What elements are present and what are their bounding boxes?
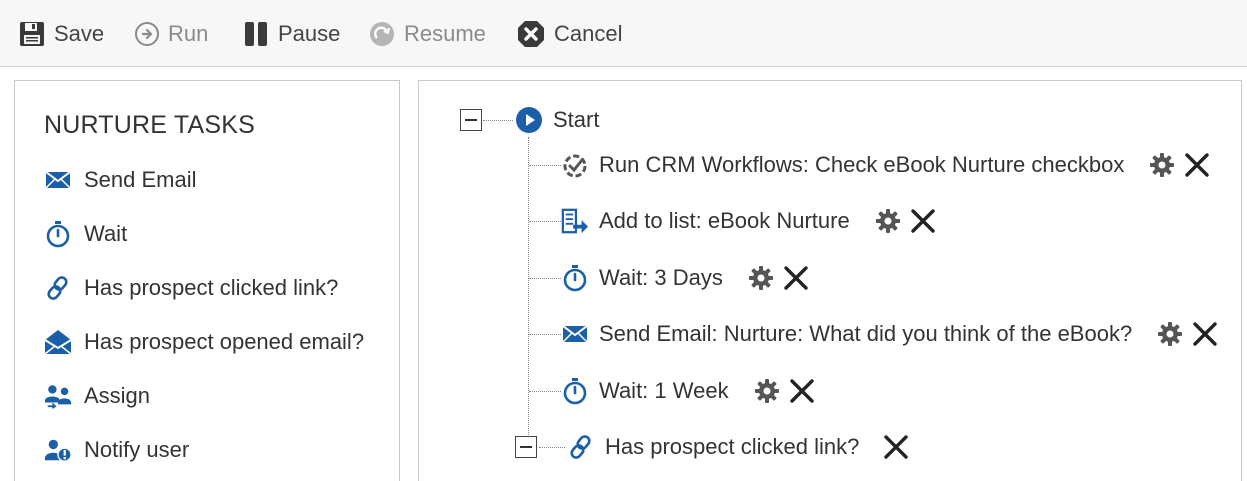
tree-connector [529, 391, 561, 392]
task-assign[interactable]: Assign [44, 379, 150, 413]
rule-has-prospect-clicked-link[interactable]: Has prospect clicked link? [567, 430, 909, 464]
stopwatch-icon [561, 264, 589, 292]
gear-icon[interactable] [747, 264, 775, 292]
resume-label: Resume [404, 21, 486, 46]
collapse-rule-button[interactable] [515, 436, 537, 458]
close-icon[interactable] [910, 208, 936, 234]
toolbar: Save Run Pause Resume Cancel [0, 0, 1247, 67]
step-label: Run CRM Workflows: Check eBook Nurture c… [599, 152, 1125, 177]
close-icon[interactable] [783, 265, 809, 291]
task-label: Notify user [84, 437, 190, 462]
resume-button[interactable]: Resume [368, 16, 486, 52]
cancel-button[interactable]: Cancel [516, 16, 622, 52]
close-icon[interactable] [789, 378, 815, 404]
open-envelope-icon [44, 328, 72, 356]
resume-icon [368, 20, 396, 48]
task-label: Has prospect opened email? [84, 329, 365, 354]
step-send-email[interactable]: Send Email: Nurture: What did you think … [561, 317, 1218, 351]
envelope-icon [561, 320, 589, 348]
stopwatch-icon [44, 220, 72, 248]
task-label: Has prospect clicked link? [84, 275, 339, 300]
step-label: Send Email: Nurture: What did you think … [599, 321, 1133, 346]
nurture-tasks-panel: NURTURE TASKS Send Email Wait Has prospe… [14, 80, 400, 481]
link-icon [44, 274, 72, 302]
pause-icon [242, 20, 270, 48]
close-icon[interactable] [1192, 321, 1218, 347]
step-run-crm-workflows[interactable]: Run CRM Workflows: Check eBook Nurture c… [561, 148, 1210, 182]
save-icon [18, 20, 46, 48]
save-label: Save [54, 21, 105, 46]
pause-label: Pause [278, 21, 341, 46]
save-button[interactable]: Save [18, 16, 104, 52]
link-icon [567, 433, 595, 461]
close-icon[interactable] [883, 434, 909, 460]
task-has-prospect-opened-email[interactable]: Has prospect opened email? [44, 325, 364, 359]
tree-connector [529, 165, 561, 166]
tree-connector [539, 447, 565, 448]
users-assign-icon [44, 382, 72, 410]
crm-workflow-icon [561, 151, 589, 179]
task-send-email[interactable]: Send Email [44, 163, 197, 197]
gear-icon[interactable] [1148, 151, 1176, 179]
step-label: Add to list: eBook Nurture [599, 208, 850, 233]
notify-user-icon [44, 436, 72, 464]
task-has-prospect-clicked-link[interactable]: Has prospect clicked link? [44, 271, 338, 305]
cancel-label: Cancel [554, 21, 623, 46]
tree-connector [529, 334, 561, 335]
task-label: Assign [84, 383, 151, 408]
close-icon[interactable] [1184, 152, 1210, 178]
add-to-list-icon [561, 207, 589, 235]
tree-connector [483, 120, 513, 121]
task-wait[interactable]: Wait [44, 217, 127, 251]
tree-connector [529, 278, 561, 279]
step-wait-3-days[interactable]: Wait: 3 Days [561, 261, 809, 295]
panel-title: NURTURE TASKS [44, 111, 255, 139]
pause-button[interactable]: Pause [242, 16, 340, 52]
collapse-start-button[interactable] [460, 109, 482, 131]
task-label: Send Email [84, 167, 197, 192]
cancel-icon [516, 19, 546, 49]
step-label: Wait: 3 Days [599, 265, 723, 290]
play-icon [515, 106, 543, 134]
run-label: Run [168, 21, 209, 46]
gear-icon[interactable] [1156, 320, 1184, 348]
task-notify-user[interactable]: Notify user [44, 433, 189, 467]
step-label: Wait: 1 Week [599, 378, 729, 403]
run-icon [134, 21, 160, 47]
step-wait-1-week[interactable]: Wait: 1 Week [561, 374, 815, 408]
run-button[interactable]: Run [134, 16, 208, 52]
gear-icon[interactable] [753, 377, 781, 405]
start-node[interactable]: Start [515, 103, 599, 137]
rule-label: Has prospect clicked link? [605, 434, 860, 459]
stopwatch-icon [561, 377, 589, 405]
task-label: Wait [84, 221, 128, 246]
tree-connector [529, 221, 561, 222]
start-label: Start [553, 107, 600, 132]
step-add-to-list[interactable]: Add to list: eBook Nurture [561, 204, 936, 238]
tree-connector [528, 137, 529, 457]
workflow-tree-panel: Start Run CRM Workflows: Check eBook Nur… [418, 80, 1242, 481]
gear-icon[interactable] [874, 207, 902, 235]
envelope-icon [44, 166, 72, 194]
